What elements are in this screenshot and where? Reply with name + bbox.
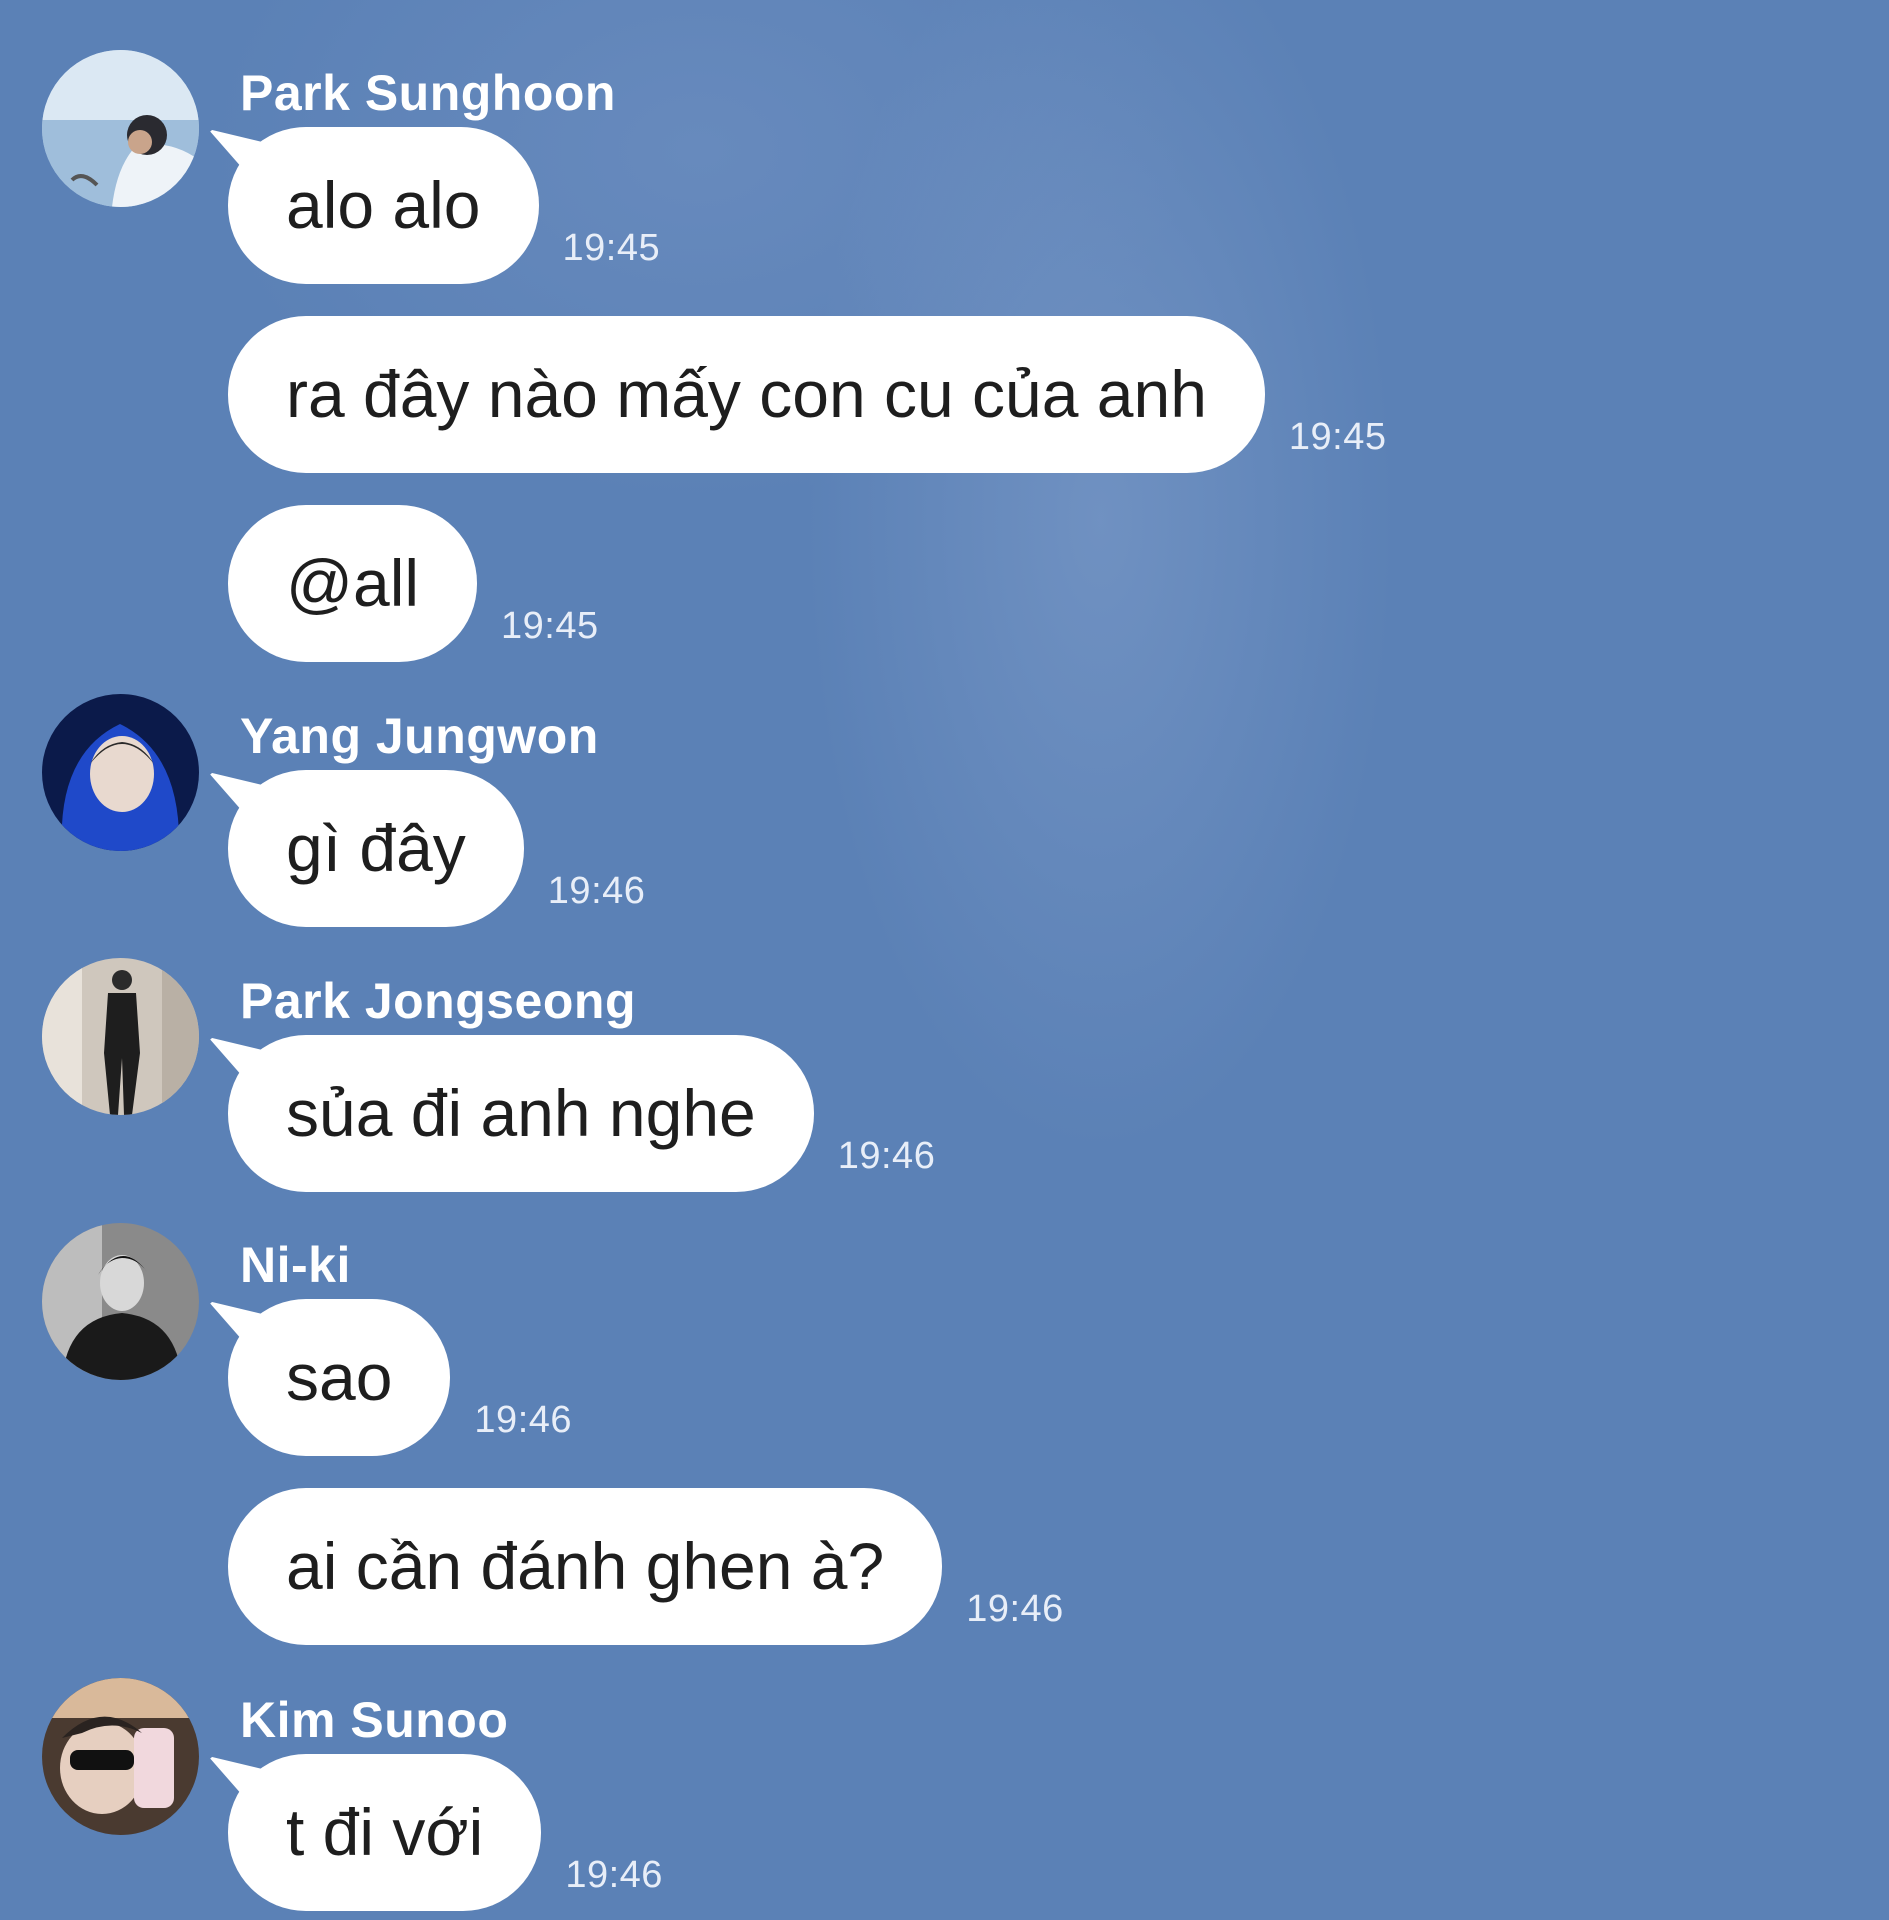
message-timestamp: 19:46 — [837, 1135, 936, 1177]
sender-name: Park Sunghoon — [240, 65, 616, 121]
message-bubble[interactable]: ra đây nào mấy con cu của anh — [228, 316, 1265, 473]
avatar[interactable] — [42, 1678, 199, 1835]
message-row: ai cần đánh ghen à? 19:46 — [228, 1488, 1064, 1645]
message-timestamp: 19:45 — [1288, 416, 1387, 458]
profile-photo-sunglasses — [42, 1678, 199, 1835]
message-bubble[interactable]: sủa đi anh nghe — [228, 1035, 814, 1192]
message-timestamp: 19:46 — [966, 1588, 1064, 1630]
profile-photo-standing-figure — [42, 958, 199, 1115]
avatar[interactable] — [42, 958, 199, 1115]
profile-photo-sea — [42, 50, 199, 207]
message-row: sủa đi anh nghe 19:46 — [228, 1035, 935, 1192]
profile-photo-blue-hoodie — [42, 694, 199, 851]
message-row: ra đây nào mấy con cu của anh 19:45 — [228, 316, 1387, 473]
message-bubble[interactable]: t đi với — [228, 1754, 542, 1911]
message-bubble[interactable]: gì đây — [228, 770, 524, 927]
message-timestamp: 19:45 — [562, 227, 661, 269]
message-row: @all 19:45 — [228, 505, 599, 662]
chat-message-list[interactable]: Park Sunghoon alo alo 19:45 ra đây nào m… — [0, 0, 1889, 1920]
sender-name: Ni-ki — [240, 1237, 351, 1293]
message-row: t đi với 19:46 — [228, 1754, 663, 1911]
avatar[interactable] — [42, 50, 199, 207]
message-bubble[interactable]: sao — [228, 1299, 451, 1456]
message-timestamp: 19:45 — [501, 605, 599, 647]
message-bubble[interactable]: @all — [228, 505, 478, 662]
message-timestamp: 19:46 — [547, 870, 646, 912]
avatar[interactable] — [42, 694, 199, 851]
sender-name: Park Jongseong — [240, 973, 636, 1029]
message-timestamp: 19:46 — [565, 1854, 663, 1896]
message-row: sao 19:46 — [228, 1299, 572, 1456]
avatar[interactable] — [42, 1223, 199, 1380]
message-bubble[interactable]: alo alo — [228, 127, 539, 284]
message-row: gì đây 19:46 — [228, 770, 645, 927]
sender-name: Kim Sunoo — [240, 1692, 509, 1748]
message-bubble[interactable]: ai cần đánh ghen à? — [228, 1488, 943, 1645]
sender-name: Yang Jungwon — [240, 708, 599, 764]
message-timestamp: 19:46 — [474, 1399, 573, 1441]
message-row: alo alo 19:45 — [228, 127, 660, 284]
profile-photo-black-white — [42, 1223, 199, 1380]
